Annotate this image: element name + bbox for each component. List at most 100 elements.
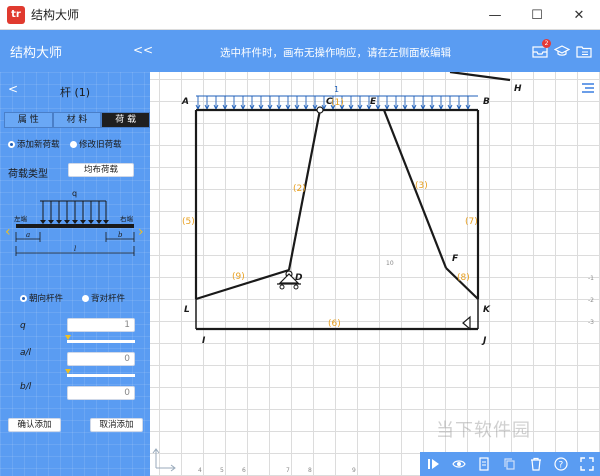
drawing-canvas[interactable]: 1 A B C E D F H L K I J (1) (2) (3) (5) … (150, 72, 600, 476)
axis-tick: 9 (352, 467, 356, 474)
axis-tick: -1 (588, 275, 594, 282)
node-label-j: J (481, 336, 487, 346)
list-menu-icon[interactable] (582, 82, 594, 94)
member-label-6: (6) (328, 319, 341, 329)
diagram-q: q (72, 189, 77, 198)
load-diagram: ‹ › q 左端 右端 a b l (0, 184, 150, 274)
member-label-2: (2) (293, 184, 306, 194)
slider-thumb[interactable] (65, 369, 71, 374)
maximize-button[interactable]: ☐ (516, 0, 558, 30)
cancel-add-button[interactable]: 取消添加 (90, 418, 143, 432)
help-icon[interactable]: ? (554, 457, 568, 471)
member-label-8: (8) (457, 273, 470, 283)
notification-badge: 2 (542, 39, 551, 48)
b-ratio-input[interactable]: 0 (67, 386, 135, 400)
diagram-a: a (26, 231, 30, 239)
node-label-h: H (514, 84, 522, 94)
radio-dot (70, 140, 77, 148)
app-title: 结构大师 (31, 8, 80, 22)
graduation-cap-icon[interactable] (553, 44, 571, 58)
radio-dot (82, 294, 89, 302)
watermark: 当下软件园 (436, 420, 531, 441)
radio-label: 修改旧荷载 (79, 140, 122, 150)
load-type-select[interactable]: 均布荷载 (68, 163, 134, 177)
collapse-panel-button[interactable]: << (133, 43, 153, 57)
diagram-left-end: 左端 (14, 214, 28, 223)
node-label-b: B (483, 97, 490, 107)
folder-list-icon[interactable] (576, 44, 592, 58)
node-label-k: K (483, 305, 491, 315)
header-title: 结构大师 (10, 46, 63, 61)
app-logo-icon: tr (7, 5, 25, 24)
slider-thumb[interactable] (65, 335, 71, 340)
member-label-1: (1) (331, 98, 344, 108)
play-icon[interactable] (426, 457, 440, 471)
property-panel: < 杆 (1) 属 性 材 料 荷 载 添加新荷载 修改旧荷载 荷载类型 均布荷… (0, 72, 151, 476)
next-arrow-icon: › (138, 224, 144, 240)
svg-text:?: ? (559, 461, 564, 471)
axes-origin-icon (152, 448, 176, 472)
node-label-l: L (184, 305, 190, 315)
app-header: 结构大师 << 选中杆件时，画布无操作响应，请在左侧面板编辑 2 (0, 30, 600, 72)
diagram-l: l (74, 245, 76, 253)
q-label: q (20, 321, 26, 331)
radio-dot (20, 294, 27, 302)
node-label-a: A (181, 97, 189, 107)
tab-load[interactable]: 荷 载 (101, 112, 151, 128)
tab-material[interactable]: 材 料 (52, 112, 102, 128)
copy-icon[interactable] (503, 457, 517, 471)
radio-dot (8, 140, 15, 148)
member-label-3: (3) (415, 181, 428, 191)
support-j-icon (462, 315, 471, 331)
node-label-i: I (202, 336, 206, 346)
close-button[interactable]: ✕ (558, 0, 600, 30)
axis-tick: 8 (308, 467, 312, 474)
node-label-d: D (295, 273, 303, 283)
fullscreen-icon[interactable] (580, 457, 594, 471)
eye-icon[interactable] (451, 457, 466, 471)
radio-label: 添加新荷载 (17, 140, 60, 150)
axis-tick: -3 (588, 319, 594, 326)
a-ratio-slider[interactable] (65, 335, 135, 343)
prev-arrow-icon: ‹ (5, 224, 11, 240)
b-ratio-label: b/l (20, 382, 32, 392)
radio-away-member[interactable]: 背对杆件 (82, 292, 125, 304)
member-h (449, 72, 511, 82)
member-label-7: (7) (465, 217, 478, 227)
b-ratio-slider[interactable] (65, 369, 135, 377)
axis-tick: -2 (588, 297, 594, 304)
panel-title: 杆 (1) (59, 86, 91, 99)
minimize-button[interactable]: — (474, 0, 516, 30)
confirm-add-button[interactable]: 确认添加 (8, 418, 61, 432)
load-value-label: 1 (334, 85, 339, 94)
radio-toward-member[interactable]: 朝向杆件 (20, 292, 63, 304)
tab-properties[interactable]: 属 性 (4, 112, 53, 128)
member-label-9: (9) (232, 272, 245, 282)
a-ratio-input[interactable]: 0 (67, 352, 135, 366)
panel-header: < 杆 (1) (0, 82, 150, 100)
q-input[interactable]: 1 (67, 318, 135, 332)
axis-tick: 10 (386, 260, 394, 267)
axis-tick: 5 (220, 467, 224, 474)
hinge-c-icon (316, 106, 324, 114)
member-label-5: (5) (182, 217, 195, 227)
inbox-icon[interactable]: 2 (532, 39, 551, 58)
diagram-b: b (118, 231, 123, 239)
radio-modify-old-load[interactable]: 修改旧荷载 (70, 138, 122, 150)
frame-members (194, 72, 511, 331)
radio-add-new-load[interactable]: 添加新荷载 (8, 138, 60, 150)
axis-tick: 7 (286, 467, 290, 474)
header-message: 选中杆件时，画布无操作响应，请在左侧面板编辑 (220, 47, 451, 59)
node-label-f: F (452, 254, 459, 264)
panel-tabs: 属 性 材 料 荷 载 (4, 112, 151, 128)
load-type-label: 荷载类型 (8, 169, 48, 180)
radio-label: 背对杆件 (91, 294, 126, 304)
bottom-toolbar: ? (420, 452, 600, 476)
node-label-e: E (370, 97, 377, 107)
axis-tick: 4 (198, 467, 202, 474)
axis-tick: 6 (242, 467, 246, 474)
document-icon[interactable] (477, 457, 491, 471)
a-ratio-label: a/l (20, 348, 32, 358)
diagram-right-end: 右端 (120, 214, 134, 223)
trash-icon[interactable] (529, 457, 543, 471)
